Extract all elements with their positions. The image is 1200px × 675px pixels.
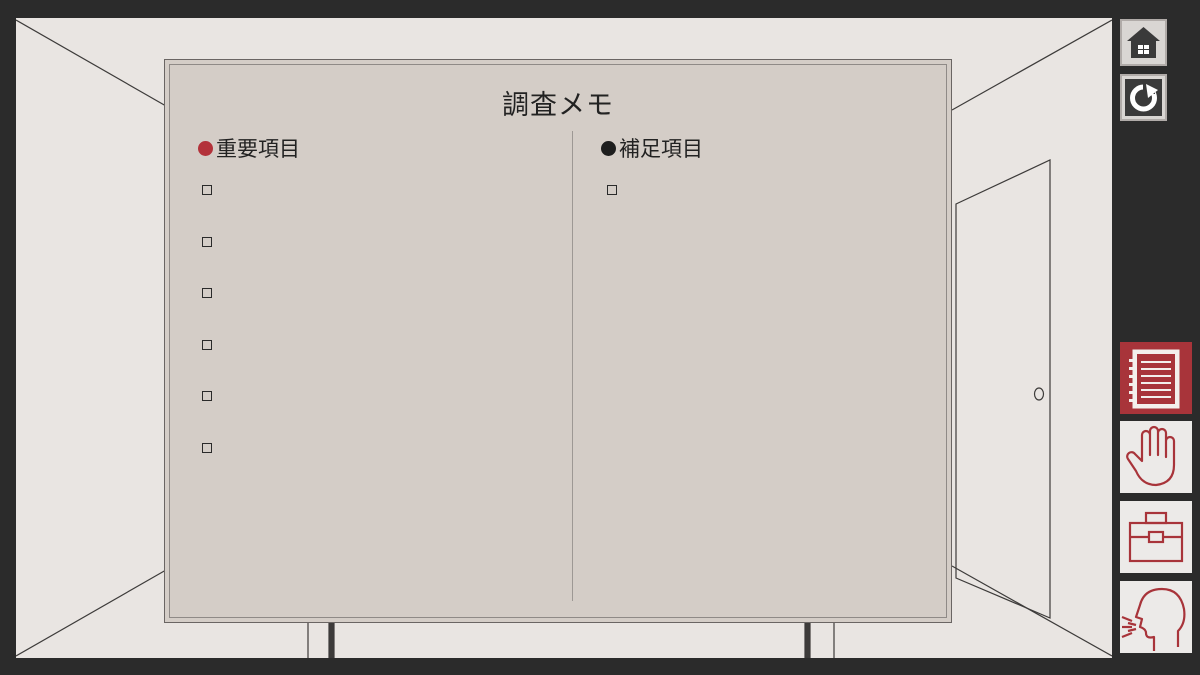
briefcase-icon xyxy=(1128,511,1184,563)
important-items-header: 重要項目 xyxy=(198,133,300,163)
home-button[interactable] xyxy=(1120,19,1167,66)
important-item-checkbox[interactable] xyxy=(202,443,212,453)
memo-notebook-icon xyxy=(1129,349,1180,409)
important-item-checkbox[interactable] xyxy=(202,288,212,299)
restart-icon xyxy=(1125,79,1162,116)
game-screen: 調査メモ 重要項目 補足項目 xyxy=(0,0,1200,675)
examine-button[interactable] xyxy=(1120,421,1192,493)
memo-button[interactable] xyxy=(1120,342,1192,414)
memo-board: 調査メモ 重要項目 補足項目 xyxy=(164,59,952,623)
memo-title: 調査メモ xyxy=(502,90,614,121)
restart-button[interactable] xyxy=(1120,74,1167,121)
supplementary-item-checkbox[interactable] xyxy=(607,185,617,195)
important-item-checkbox[interactable] xyxy=(202,391,212,402)
column-divider xyxy=(572,131,573,601)
board-stand xyxy=(307,621,835,658)
important-bullet-icon xyxy=(198,140,213,156)
important-item-checkbox[interactable] xyxy=(202,339,212,350)
talk-icon xyxy=(1121,587,1186,651)
items-button[interactable] xyxy=(1120,501,1192,573)
supplementary-items-header: 補足項目 xyxy=(601,133,703,163)
supplementary-items-label: 補足項目 xyxy=(619,137,703,161)
important-items-label: 重要項目 xyxy=(216,137,300,161)
memo-board-frame: 調査メモ 重要項目 補足項目 xyxy=(169,64,947,618)
home-icon xyxy=(1127,27,1160,58)
talk-button[interactable] xyxy=(1120,581,1192,653)
important-item-checkbox[interactable] xyxy=(202,236,212,247)
hand-icon xyxy=(1126,425,1176,487)
door xyxy=(955,159,1051,619)
important-item-checkbox[interactable] xyxy=(202,185,212,195)
supplementary-bullet-icon xyxy=(601,140,616,156)
